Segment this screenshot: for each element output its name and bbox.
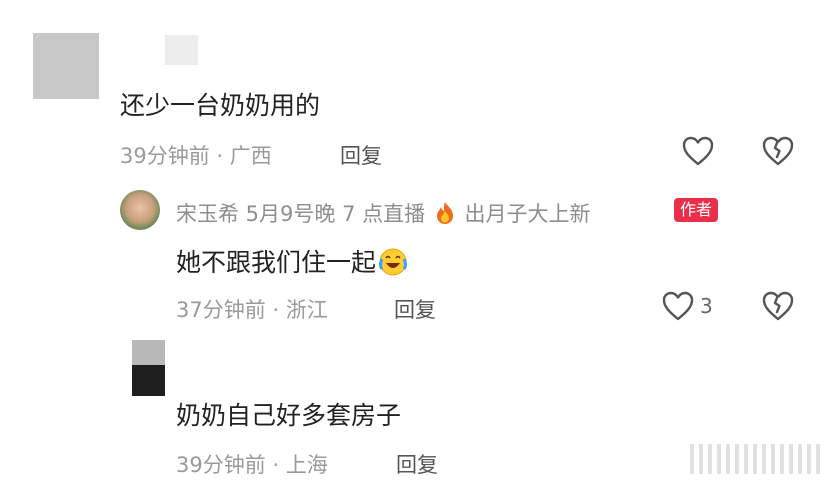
comment-text: 她不跟我们住一起 [176,243,408,283]
comment-text: 奶奶自己好多套房子 [176,401,402,430]
avatar[interactable] [33,33,99,99]
comment-time-location: 39分钟前 · 广西 [120,144,272,168]
comment-time-location: 37分钟前 · 浙江 [176,298,328,322]
author-badge: 作者 [674,198,719,222]
laugh-crying-icon [378,247,408,283]
username-text: 宋玉希 5月9号晚 7 点直播 [176,202,426,226]
reply-button[interactable]: 回复 [394,294,436,324]
heart-outline-icon[interactable] [662,291,694,321]
broken-heart-icon[interactable] [762,291,794,321]
comment-time-location: 39分钟前 · 上海 [176,453,328,477]
username-placeholder [165,35,198,65]
watermark [690,444,820,474]
fire-icon [434,201,456,230]
like-count: 3 [700,294,713,318]
username-suffix: 出月子大上新 [464,202,591,226]
reply-button[interactable]: 回复 [396,449,438,479]
heart-outline-icon[interactable] [682,136,714,166]
author-avatar[interactable] [120,190,160,230]
comment-text: 还少一台奶奶用的 [120,91,321,120]
broken-heart-icon[interactable] [762,136,794,166]
comment-text-body: 她不跟我们住一起 [176,248,377,277]
author-username[interactable]: 宋玉希 5月9号晚 7 点直播 出月子大上新 [176,198,590,230]
reply-button[interactable]: 回复 [340,140,382,170]
avatar[interactable] [132,340,165,396]
